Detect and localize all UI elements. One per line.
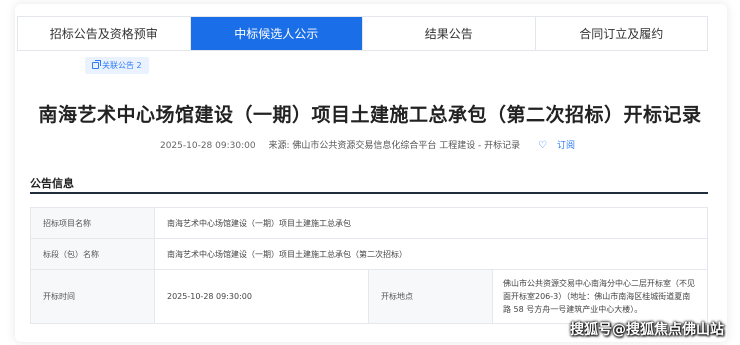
copy-icon	[92, 60, 101, 69]
watermark: 搜狐号@搜狐焦点佛山站	[570, 322, 724, 338]
section-name-value: 南海艺术中心场馆建设（一期）项目土建施工总承包（第二次招标）	[154, 238, 708, 270]
related-label: 关联公告 2	[102, 61, 142, 70]
section-title: 公告信息	[30, 177, 74, 190]
heart-icon: ♡	[538, 140, 548, 151]
table-row: 开标时间 2025-10-28 09:30:00 开标地点 佛山市公共资源交易中…	[30, 269, 708, 324]
subscribe-label: 订阅	[557, 141, 576, 151]
publish-date: 2025-10-28 09:30:00	[159, 141, 256, 151]
tab-bar: 招标公告及资格预审 中标候选人公示 结果公告 合同订立及履约	[17, 16, 708, 51]
meta-row: 2025-10-28 09:30:00 来源: 佛山市公共资源交易信息化综合平台…	[0, 138, 740, 151]
source-text: 来源: 佛山市公共资源交易信息化综合平台 工程建设 - 开标记录	[268, 141, 521, 151]
related-announcements-button[interactable]: 关联公告 2	[85, 57, 149, 74]
table-row: 招标项目名称 南海艺术中心场馆建设（一期）项目土建施工总承包	[30, 207, 708, 239]
section-divider	[30, 192, 708, 194]
tab-candidate-publicity[interactable]: 中标候选人公示	[190, 17, 363, 50]
section-name-label: 标段（包）名称	[30, 238, 155, 270]
subscribe-button[interactable]: ♡ 订阅	[533, 140, 580, 151]
info-table: 招标项目名称 南海艺术中心场馆建设（一期）项目土建施工总承包 标段（包）名称 南…	[30, 207, 708, 324]
project-name-value: 南海艺术中心场馆建设（一期）项目土建施工总承包	[154, 207, 708, 239]
open-time-label: 开标时间	[30, 269, 155, 324]
page-title: 南海艺术中心场馆建设（一期）项目土建施工总承包（第二次招标）开标记录	[38, 104, 702, 126]
project-name-label: 招标项目名称	[30, 207, 155, 239]
tab-bidding-notice[interactable]: 招标公告及资格预审	[18, 17, 191, 50]
tab-result-notice[interactable]: 结果公告	[363, 17, 536, 50]
open-time-value: 2025-10-28 09:30:00	[154, 269, 369, 324]
tab-contract[interactable]: 合同订立及履约	[535, 17, 707, 50]
open-place-value: 佛山市公共资源交易中心南海分中心二层开标室（不见面开标室206-3）（地址：佛山…	[492, 269, 708, 324]
table-row: 标段（包）名称 南海艺术中心场馆建设（一期）项目土建施工总承包（第二次招标）	[30, 238, 708, 270]
open-place-label: 开标地点	[368, 269, 493, 324]
